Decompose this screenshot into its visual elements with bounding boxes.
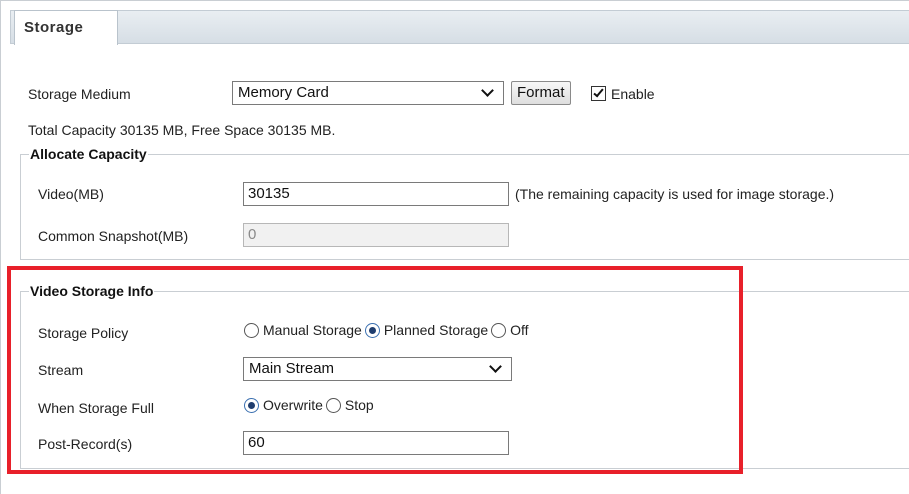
tab-strip bbox=[10, 10, 909, 44]
storage-medium-select[interactable]: Memory Card bbox=[232, 81, 504, 105]
check-icon bbox=[593, 86, 604, 98]
storage-medium-value: Memory Card bbox=[238, 84, 329, 101]
format-button[interactable]: Format bbox=[511, 81, 571, 105]
enable-label: Enable bbox=[611, 86, 655, 102]
video-mb-input[interactable]: 30135 bbox=[243, 182, 509, 206]
highlight-box bbox=[7, 266, 743, 474]
tab-storage[interactable]: Storage bbox=[14, 10, 118, 45]
common-snapshot-label: Common Snapshot(MB) bbox=[38, 228, 189, 244]
video-mb-label: Video(MB) bbox=[38, 186, 104, 202]
allocate-capacity-legend: Allocate Capacity bbox=[30, 146, 147, 162]
common-snapshot-input: 0 bbox=[243, 223, 509, 247]
storage-medium-label: Storage Medium bbox=[28, 86, 131, 102]
enable-checkbox[interactable] bbox=[591, 86, 606, 101]
capacity-info: Total Capacity 30135 MB, Free Space 3013… bbox=[28, 122, 336, 138]
chevron-down-icon bbox=[477, 82, 499, 104]
video-mb-note: (The remaining capacity is used for imag… bbox=[515, 186, 835, 202]
